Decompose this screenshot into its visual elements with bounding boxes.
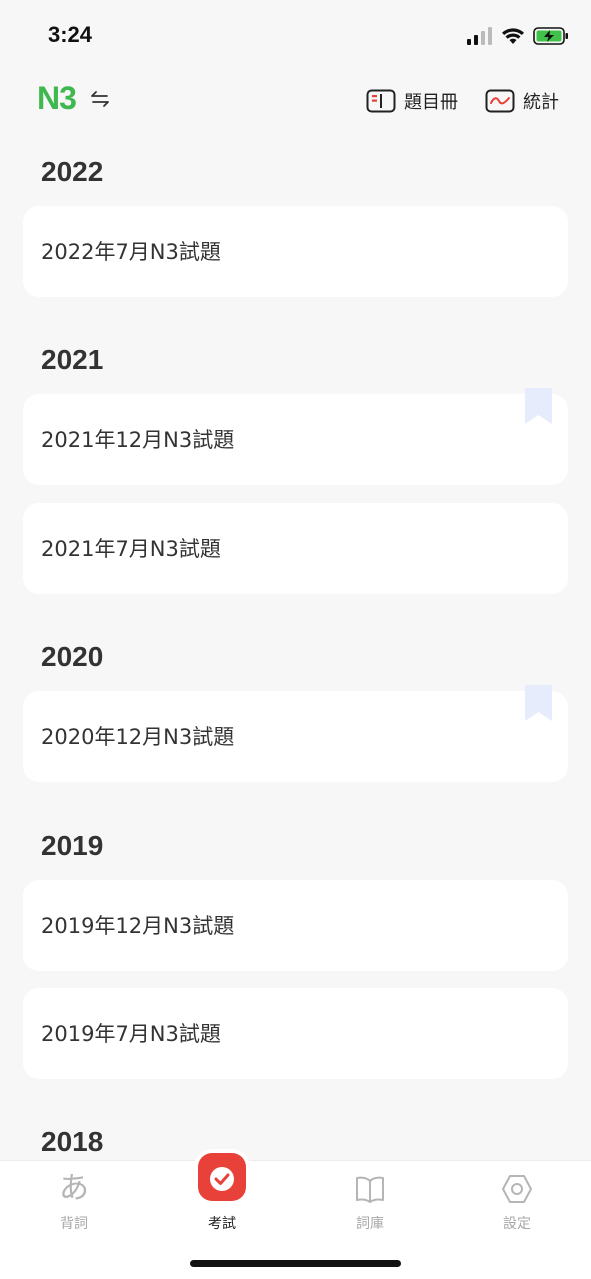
exam-title: 2019年7月N3試題	[41, 1022, 221, 1046]
battery-charging-icon	[533, 27, 568, 45]
exam-card[interactable]: 2022年7月N3試題	[23, 206, 568, 297]
exam-title: 2019年12月N3試題	[41, 914, 235, 938]
exam-title: 2022年7月N3試題	[41, 240, 221, 264]
check-icon	[210, 1167, 234, 1191]
year-heading: 2022	[41, 156, 104, 187]
tab-settings[interactable]: 設定	[467, 1161, 567, 1241]
home-indicator	[190, 1260, 401, 1267]
gear-icon	[502, 1175, 532, 1203]
tab-vocab-study[interactable]: あ 背詞	[24, 1161, 124, 1241]
exam-card[interactable]: 2019年12月N3試題	[23, 880, 568, 971]
bookmark-icon[interactable]	[525, 388, 552, 424]
tab-label: 背詞	[60, 1216, 88, 1232]
statistics-label: 統計	[523, 92, 559, 113]
question-book-label: 題目冊	[404, 92, 458, 113]
tab-dictionary[interactable]: 詞庫	[320, 1161, 420, 1241]
tab-exam[interactable]: 考試	[172, 1153, 272, 1241]
level-selector[interactable]: N3	[37, 80, 77, 117]
exam-card[interactable]: 2021年7月N3試題	[23, 503, 568, 594]
exam-title: 2021年12月N3試題	[41, 428, 235, 452]
exam-card[interactable]: 2019年7月N3試題	[23, 988, 568, 1079]
status-icons	[467, 24, 569, 48]
exam-title: 2021年7月N3試題	[41, 537, 221, 561]
wifi-icon	[502, 28, 524, 44]
exam-title: 2020年12月N3試題	[41, 725, 235, 749]
exam-card[interactable]: 2020年12月N3試題	[23, 685, 568, 782]
app-header: N3 題目冊 統計	[0, 76, 591, 126]
hiragana-a-icon: あ	[59, 1171, 89, 1206]
tab-label: 設定	[503, 1216, 531, 1232]
question-book-button[interactable]: 題目冊	[366, 86, 458, 116]
bookmark-icon[interactable]	[525, 685, 552, 721]
signal-icon	[467, 27, 492, 45]
status-time: 3:24	[48, 22, 93, 47]
book-icon	[356, 1176, 384, 1203]
year-heading: 2021	[41, 344, 104, 375]
year-heading: 2020	[41, 641, 104, 672]
year-heading: 2019	[41, 830, 104, 861]
chart-line-icon	[485, 89, 515, 113]
year-heading: 2018	[41, 1126, 104, 1157]
tab-label: 詞庫	[356, 1216, 384, 1232]
question-book-icon	[366, 89, 396, 113]
switch-arrows-icon[interactable]	[89, 88, 111, 110]
tab-label: 考試	[208, 1216, 236, 1232]
exam-card[interactable]: 2021年12月N3試題	[23, 388, 568, 485]
statistics-button[interactable]: 統計	[485, 86, 559, 116]
status-bar: 3:24	[0, 0, 591, 70]
